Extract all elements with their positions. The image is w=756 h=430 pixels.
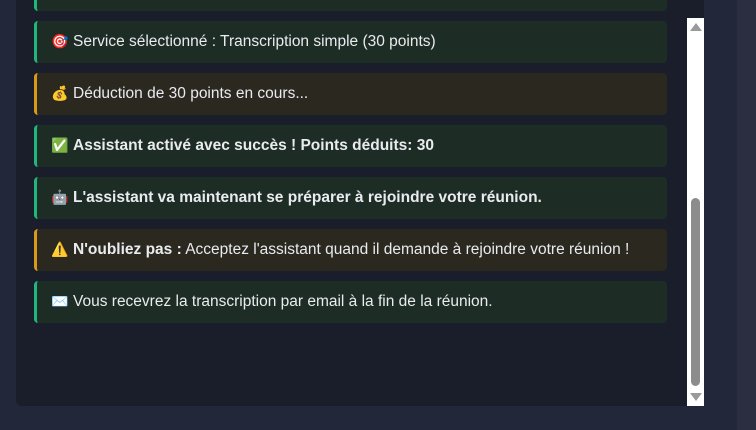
message-text: Déduction de 30 points en cours... [73, 85, 309, 102]
scroll-up-arrow-icon[interactable] [690, 23, 702, 31]
vertical-scrollbar[interactable] [687, 18, 704, 406]
scrollbar-thumb[interactable] [691, 198, 700, 386]
message-points-deduction: 💰 Déduction de 30 points en cours... [34, 73, 667, 115]
message-log-panel[interactable]: 🎯 Service sélectionné : Transcription sim… [16, 0, 704, 406]
message-reminder: ⚠️ N'oubliez pas : Acceptez l'assistant q… [34, 229, 667, 271]
target-icon: 🎯 [51, 34, 69, 50]
page-background: 🎯 Service sélectionné : Transcription sim… [0, 0, 756, 430]
message-email-notice: ✉️ Vous recevrez la transcription par ema… [34, 281, 667, 323]
message-assistant-preparing: 🤖 L'assistant va maintenant se préparer à… [34, 177, 667, 219]
message-text: Service sélectionné : Transcription simp… [73, 33, 436, 50]
message-cut-off [34, 0, 667, 11]
message-text: Acceptez l'assistant quand il demande à … [181, 241, 630, 258]
envelope-icon: ✉️ [51, 294, 69, 310]
money-bag-icon: 💰 [51, 86, 69, 102]
message-text: Vous recevrez la transcription par email… [73, 293, 493, 310]
warning-icon: ⚠️ [51, 242, 69, 258]
message-bold-text: Assistant activé avec succès ! Points dé… [73, 137, 434, 154]
page-scrollbar-track [737, 0, 756, 430]
robot-icon: 🤖 [51, 190, 69, 206]
scroll-down-arrow-icon[interactable] [690, 393, 702, 401]
message-service-selected: 🎯 Service sélectionné : Transcription sim… [34, 21, 667, 63]
check-icon: ✅ [51, 138, 69, 154]
message-log: 🎯 Service sélectionné : Transcription sim… [34, 0, 685, 333]
message-bold-text: L'assistant va maintenant se préparer à … [73, 189, 542, 206]
message-bold-text: N'oubliez pas : [73, 241, 182, 258]
message-assistant-activated: ✅ Assistant activé avec succès ! Points d… [34, 125, 667, 167]
